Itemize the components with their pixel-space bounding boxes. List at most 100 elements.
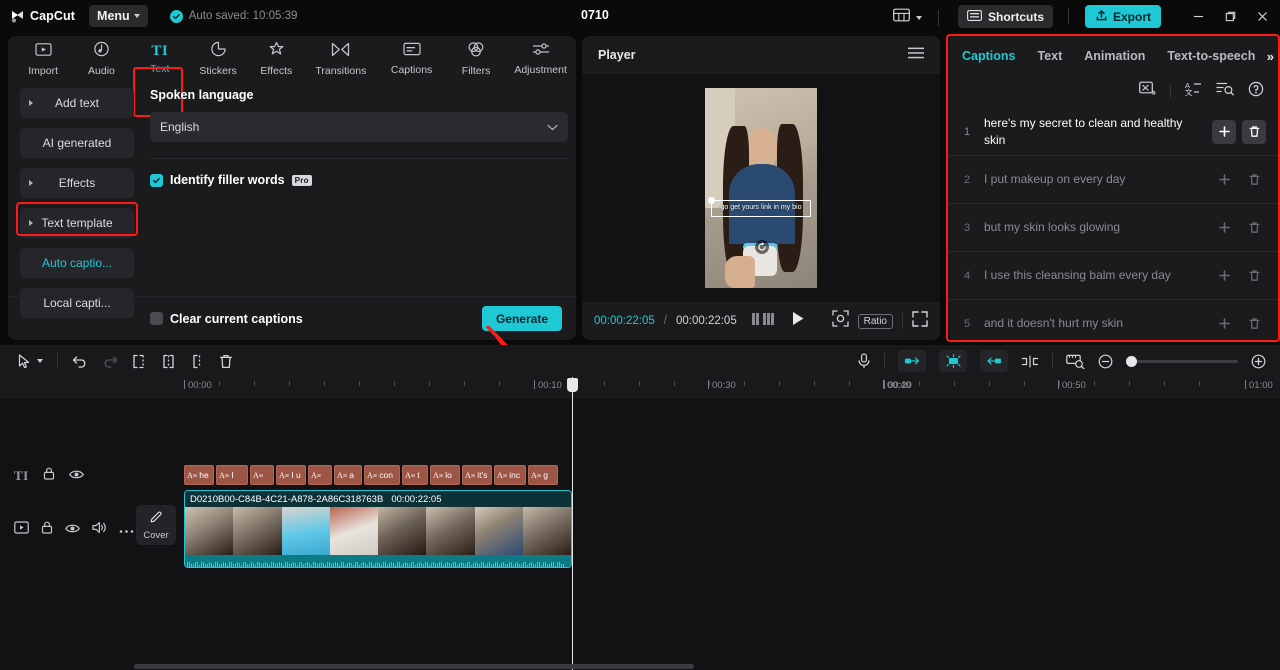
video-track-more-icon[interactable] — [119, 521, 134, 539]
tab-captions-panel[interactable]: Captions — [962, 49, 1015, 63]
text-clip[interactable]: A≡ g — [528, 465, 558, 485]
delete-clip-icon[interactable] — [219, 354, 233, 369]
tab-adjustment[interactable]: Adjustment — [505, 37, 576, 81]
caption-add-button[interactable] — [1212, 168, 1236, 192]
timeline-zoom-slider[interactable] — [1126, 355, 1238, 367]
layout-switcher[interactable] — [893, 8, 939, 27]
caption-delete-button[interactable] — [1242, 312, 1266, 336]
export-button[interactable]: Export — [1085, 5, 1162, 28]
caption-list-item[interactable]: 4 I use this cleansing balm every day — [948, 252, 1280, 300]
timeline-area[interactable]: 00:00 00:10 00:20 00:30 00:40 00:50 01:0… — [0, 377, 1280, 670]
sidebar-item-ai-generated[interactable]: AI generated — [20, 128, 134, 158]
text-clip[interactable]: A≡ it's — [462, 465, 492, 485]
text-clip[interactable]: A≡ — [250, 465, 274, 485]
tab-text-panel[interactable]: Text — [1037, 49, 1062, 63]
tab-text-to-speech-panel[interactable]: Text-to-speech — [1167, 49, 1255, 63]
text-clip[interactable]: A≡ I u — [276, 465, 306, 485]
caption-text[interactable]: and it doesn't hurt my skin — [984, 315, 1202, 331]
caption-list-item[interactable]: 1 here's my secret to clean and healthy … — [948, 108, 1280, 156]
play-button[interactable] — [791, 311, 805, 331]
select-tool-icon[interactable] — [18, 353, 31, 369]
timeline-ruler[interactable]: 00:00 00:10 00:20 00:30 00:40 00:50 01:0… — [0, 377, 1280, 399]
fullscreen-icon[interactable] — [912, 310, 928, 332]
tab-import[interactable]: Import — [14, 37, 72, 81]
caption-delete-button[interactable] — [1242, 168, 1266, 192]
tab-captions[interactable]: Captions — [376, 37, 447, 81]
caption-delete-button[interactable] — [1242, 216, 1266, 240]
caption-add-button[interactable] — [1212, 119, 1236, 144]
caption-list-item[interactable]: 2 I put makeup on every day — [948, 156, 1280, 204]
caption-text[interactable]: I put makeup on every day — [984, 171, 1202, 187]
cover-button[interactable]: Cover — [136, 505, 176, 545]
frame-step-icon[interactable] — [751, 312, 774, 330]
split-marker-icon[interactable] — [1021, 355, 1039, 368]
text-clip[interactable]: A≡ inc — [494, 465, 526, 485]
window-minimize-button[interactable] — [1190, 8, 1206, 24]
caption-delete-button[interactable] — [1242, 119, 1266, 144]
tab-text[interactable]: TI Text — [131, 37, 189, 81]
caption-add-button[interactable] — [1212, 264, 1236, 288]
caption-text[interactable]: but my skin looks glowing — [984, 219, 1202, 235]
clear-captions-checkbox[interactable] — [150, 312, 163, 325]
split-center-icon[interactable] — [161, 354, 176, 369]
caption-list-item[interactable]: 3 but my skin looks glowing — [948, 204, 1280, 252]
split-right-icon[interactable] — [190, 354, 205, 369]
menu-button[interactable]: Menu — [89, 5, 148, 27]
tab-filters[interactable]: Filters — [447, 37, 505, 81]
text-clip[interactable]: A≡ t — [402, 465, 428, 485]
filler-words-checkbox[interactable] — [150, 173, 163, 187]
sidebar-item-add-text[interactable]: Add text — [20, 88, 134, 118]
text-clip[interactable]: A≡ — [308, 465, 332, 485]
zoom-fit-icon[interactable] — [831, 310, 849, 332]
auto-cut-icon[interactable] — [1139, 81, 1156, 101]
window-close-button[interactable] — [1254, 8, 1270, 24]
undo-icon[interactable] — [72, 354, 88, 368]
tab-audio[interactable]: Audio — [72, 37, 130, 81]
video-track-lock-icon[interactable] — [41, 521, 53, 539]
redo-icon[interactable] — [102, 354, 118, 368]
translate-icon[interactable]: A 文 — [1185, 81, 1202, 101]
zoom-out-icon[interactable] — [1098, 354, 1113, 369]
text-track-clips[interactable]: A≡ he A≡ I A≡ A≡ I u A≡ A≡ a A≡ con A≡ t A≡ lo … — [184, 465, 558, 485]
caption-resize-handle[interactable] — [708, 197, 715, 204]
record-voiceover-icon[interactable] — [857, 353, 871, 369]
tab-stickers[interactable]: Stickers — [189, 37, 247, 81]
window-maximize-button[interactable] — [1222, 8, 1238, 24]
text-clip[interactable]: A≡ he — [184, 465, 214, 485]
caption-list-item[interactable]: 5 and it doesn't hurt my skin — [948, 300, 1280, 340]
caption-overlay-text[interactable]: go get yours link in my bio — [711, 200, 811, 217]
tabs-overflow-icon[interactable]: » — [1267, 49, 1274, 64]
ratio-button[interactable]: Ratio — [857, 313, 893, 329]
text-track-visibility-icon[interactable] — [68, 467, 84, 485]
text-clip[interactable]: A≡ con — [364, 465, 400, 485]
tab-animation-panel[interactable]: Animation — [1084, 49, 1145, 63]
caption-text[interactable]: here's my secret to clean and healthy sk… — [984, 115, 1202, 147]
select-tool-chevron-down-icon[interactable] — [37, 359, 43, 363]
text-clip[interactable]: A≡ a — [334, 465, 362, 485]
scrollbar-thumb[interactable] — [134, 664, 694, 669]
caption-add-button[interactable] — [1212, 216, 1236, 240]
caption-text[interactable]: I use this cleansing balm every day — [984, 267, 1202, 283]
find-replace-icon[interactable] — [1216, 81, 1234, 101]
video-track-visibility-icon[interactable] — [65, 521, 80, 539]
trim-end-icon[interactable] — [980, 350, 1008, 372]
player-stage[interactable]: go get yours link in my bio — [582, 74, 940, 302]
clear-current-captions-row[interactable]: Clear current captions — [150, 312, 303, 326]
sidebar-item-auto-captions[interactable]: Auto captio... — [20, 248, 134, 278]
video-clip[interactable]: D0210B00-С84B-4C21-A878-2A86C318763B 00:… — [184, 490, 572, 568]
playhead-handle[interactable] — [567, 378, 578, 392]
player-menu-icon[interactable] — [908, 46, 924, 64]
sidebar-item-text-template[interactable]: Text template — [20, 208, 134, 238]
tab-effects[interactable]: Effects — [247, 37, 305, 81]
captions-list[interactable]: 1 here's my secret to clean and healthy … — [948, 108, 1280, 340]
tab-transitions[interactable]: Transitions — [305, 37, 376, 81]
spoken-language-select[interactable]: English — [150, 112, 568, 142]
zoom-in-icon[interactable] — [1251, 354, 1266, 369]
caption-rotate-handle[interactable] — [755, 240, 769, 254]
shortcuts-button[interactable]: Shortcuts — [958, 5, 1054, 28]
sidebar-item-effects[interactable]: Effects — [20, 168, 134, 198]
playhead[interactable] — [567, 377, 578, 670]
freeze-frame-icon[interactable] — [939, 350, 967, 372]
caption-delete-button[interactable] — [1242, 264, 1266, 288]
text-clip[interactable]: A≡ lo — [430, 465, 460, 485]
